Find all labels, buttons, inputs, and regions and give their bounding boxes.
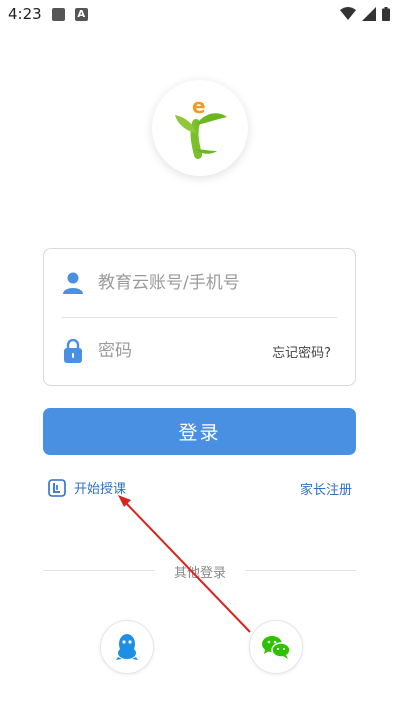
- account-row: [44, 249, 355, 317]
- status-left: 4:23 A: [8, 5, 88, 23]
- signal-icon: [362, 7, 376, 21]
- start-teaching-link[interactable]: 开始授课: [48, 478, 126, 497]
- other-login-label: 其他登录: [173, 566, 226, 581]
- app-notification-icon: A: [74, 7, 88, 21]
- status-time: 4:23: [8, 5, 42, 23]
- login-button[interactable]: 登录: [43, 408, 356, 455]
- user-icon: [62, 272, 84, 294]
- wechat-icon: [262, 636, 291, 659]
- sprout-logo-icon: e: [175, 94, 227, 159]
- start-teaching-label: 开始授课: [74, 482, 127, 497]
- qq-login-button[interactable]: [100, 620, 154, 674]
- password-row: 忘记密码?: [44, 317, 355, 385]
- wechat-login-button[interactable]: [249, 620, 303, 674]
- status-right: [340, 7, 390, 21]
- parent-register-link[interactable]: 家长注册: [300, 479, 352, 498]
- battery-icon: [382, 7, 390, 21]
- image-notification-icon: [51, 7, 65, 21]
- status-bar: 4:23 A: [0, 0, 400, 28]
- account-input[interactable]: [96, 272, 280, 294]
- login-form: 忘记密码?: [43, 248, 356, 386]
- app-logo: e: [152, 80, 248, 176]
- lock-icon: [62, 339, 84, 363]
- forgot-password-link[interactable]: 忘记密码?: [272, 342, 331, 361]
- teaching-app-icon: [48, 478, 66, 497]
- svg-text:e: e: [192, 94, 206, 118]
- wifi-icon: [340, 7, 356, 20]
- qq-icon: [116, 634, 138, 660]
- password-input[interactable]: [96, 340, 280, 362]
